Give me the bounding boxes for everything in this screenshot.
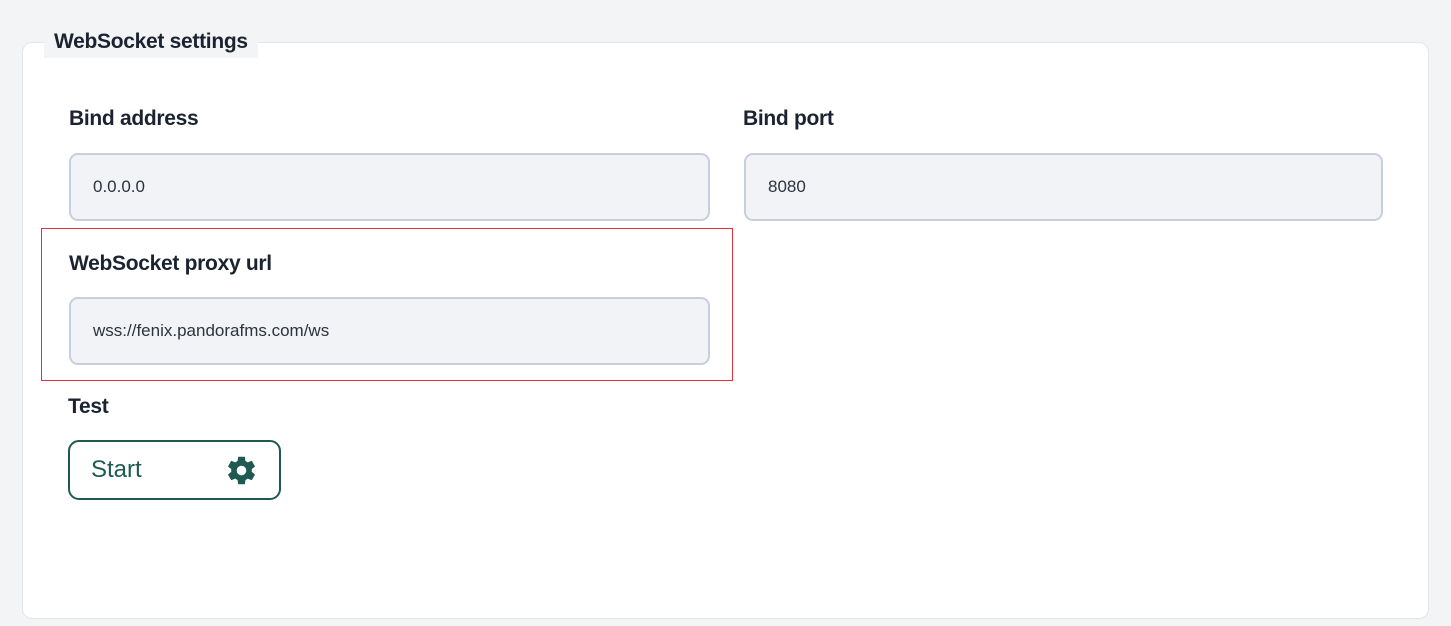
test-label: Test xyxy=(68,395,109,418)
proxy-url-input[interactable] xyxy=(69,297,710,365)
bind-port-input[interactable] xyxy=(744,153,1383,221)
start-button-label: Start xyxy=(91,456,142,483)
proxy-url-label: WebSocket proxy url xyxy=(69,252,272,275)
bind-address-input[interactable] xyxy=(69,153,710,221)
gear-icon xyxy=(225,454,258,487)
start-test-button[interactable]: Start xyxy=(68,440,281,500)
bind-address-label: Bind address xyxy=(69,107,199,130)
bind-port-label: Bind port xyxy=(743,107,834,130)
settings-page: WebSocket settings Bind address Bind por… xyxy=(0,0,1451,626)
section-legend: WebSocket settings xyxy=(44,26,258,58)
